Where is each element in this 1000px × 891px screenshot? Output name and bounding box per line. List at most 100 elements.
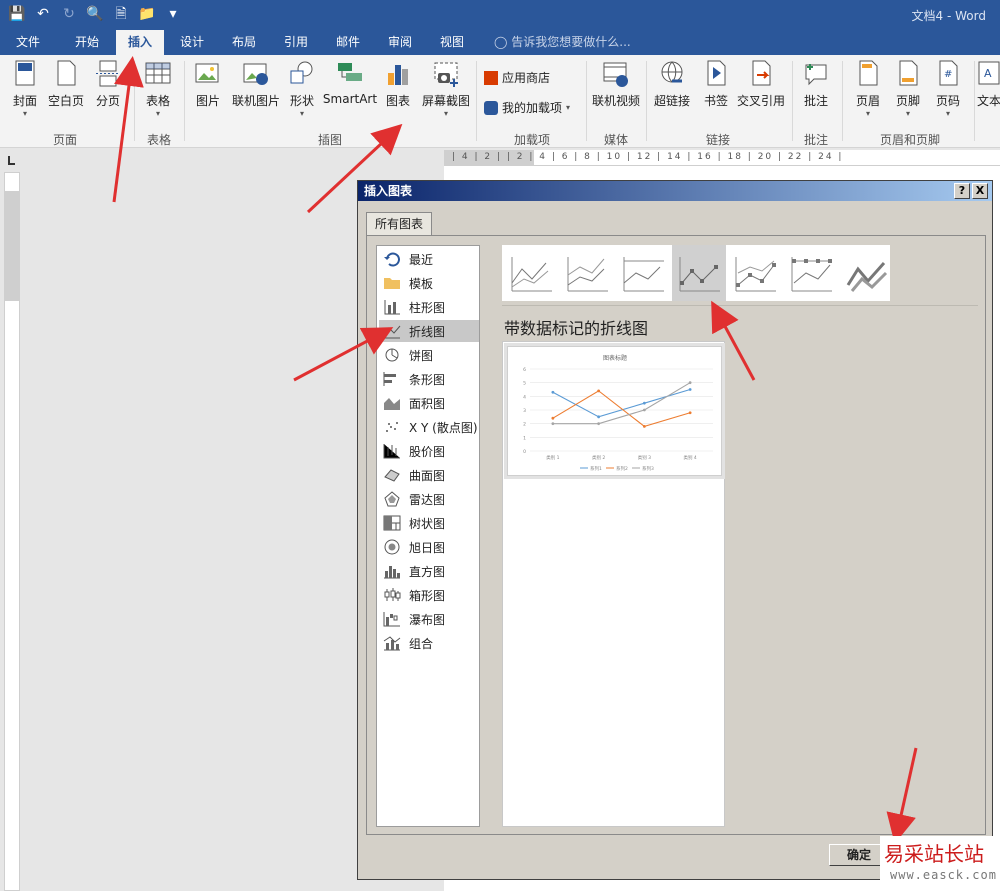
page-break-button[interactable]: 分页 — [80, 59, 136, 109]
subtype-line[interactable] — [504, 245, 558, 301]
shapes-label: 形状 — [289, 94, 314, 108]
vertical-ruler[interactable] — [4, 172, 20, 891]
chart-type-radar[interactable]: 雷达图 — [379, 488, 479, 510]
horizontal-ruler[interactable]: | 4 | 2 | | 2 | 4 | 6 | 8 | 10 | 12 | 14… — [444, 150, 1000, 166]
y-tick-label: 4 — [523, 394, 526, 400]
quick-access-toolbar: 💾 ↶ ↻ 🔍 🗎 📁 ▾ — [6, 3, 184, 25]
chart-type-scatter[interactable]: X Y (散点图) — [379, 416, 479, 438]
chevron-down-icon: ▾ — [22, 109, 27, 118]
table-icon — [145, 62, 171, 84]
chart-type-area[interactable]: 面积图 — [379, 392, 479, 414]
tab-references[interactable]: 引用 — [274, 30, 318, 55]
my-addins-label: 我的加载项 — [502, 101, 563, 115]
chart-type-label: 股价图 — [409, 444, 446, 459]
legend-label: 系列3 — [642, 465, 654, 472]
redo-icon[interactable]: ↻ — [58, 3, 80, 25]
cross-reference-label: 交叉引用 — [736, 94, 785, 108]
tell-me-box[interactable]: ◯ 告诉我您想要做什么... — [494, 30, 631, 55]
subtype-name: 带数据标记的折线图 — [504, 319, 649, 338]
chart-type-bar[interactable]: 条形图 — [379, 368, 479, 390]
page-number-label: 页码 — [935, 94, 960, 108]
chart-type-pie[interactable]: 饼图 — [379, 344, 479, 366]
chart-type-waterfall[interactable]: 瀑布图 — [379, 608, 479, 630]
my-addins-button[interactable]: 我的加载项 ▾ — [484, 99, 570, 116]
group-label-links: 链接 — [705, 133, 730, 147]
store-icon — [484, 70, 498, 85]
chart-type-stock[interactable]: 股价图 — [379, 440, 479, 462]
x-tick-label: 类别 1 — [546, 454, 559, 461]
tab-stop-icon — [8, 156, 15, 165]
data-point — [642, 408, 646, 412]
screenshot-button[interactable]: 屏幕截图 ▾ — [416, 59, 476, 119]
subtype-line-with-markers[interactable] — [672, 245, 726, 301]
shapes-icon — [290, 61, 313, 84]
online-video-button[interactable]: 联机视频 — [588, 59, 644, 109]
chart-type-combo[interactable]: 组合 — [379, 632, 479, 654]
store-button[interactable]: 应用商店 — [484, 69, 550, 86]
subtype-100-stacked-line[interactable] — [616, 245, 670, 301]
data-point — [642, 401, 646, 405]
subtype-stacked-line-with-markers[interactable] — [728, 245, 782, 301]
footer-icon — [899, 60, 918, 86]
tab-review[interactable]: 审阅 — [378, 30, 422, 55]
text-button[interactable]: A 文本 — [974, 59, 1000, 109]
chart-type-sunburst[interactable]: 旭日图 — [379, 536, 479, 558]
comment-label: 批注 — [803, 94, 828, 108]
customize-qat-icon[interactable]: ▾ — [162, 3, 184, 25]
chart-type-templates[interactable]: 模板 — [379, 272, 479, 294]
subtype-stacked-line[interactable] — [560, 245, 614, 301]
screenshot-icon — [434, 62, 458, 87]
cross-reference-button[interactable]: 交叉引用 — [732, 59, 790, 109]
stacked-line-with-markers-icon — [735, 257, 776, 292]
chart-type-histogram[interactable]: 直方图 — [379, 560, 479, 582]
print-preview-icon[interactable]: 🔍 — [84, 3, 106, 25]
header-icon — [859, 60, 878, 86]
chart-type-box-whisker[interactable]: 箱形图 — [379, 584, 479, 606]
tab-layout[interactable]: 布局 — [222, 30, 266, 55]
chart-subtype-row — [502, 245, 890, 301]
tab-design[interactable]: 设计 — [170, 30, 214, 55]
chart-type-line[interactable]: 折线图 — [379, 320, 479, 342]
chart-type-recent[interactable]: 最近 — [379, 248, 479, 270]
chart-type-label: 曲面图 — [409, 468, 446, 483]
chart-type-label: 条形图 — [409, 372, 446, 387]
chevron-down-icon: ▾ — [566, 103, 571, 112]
new-doc-icon[interactable]: 🗎 — [110, 3, 132, 25]
page-number-button[interactable]: # 页码 ▾ — [920, 59, 976, 119]
tab-home[interactable]: 开始 — [64, 30, 110, 55]
legend-label: 系列2 — [616, 465, 628, 472]
comment-button[interactable]: 批注 — [788, 59, 844, 109]
subtype-3d-line[interactable] — [840, 245, 894, 301]
footer-label: 页脚 — [895, 94, 920, 108]
table-button[interactable]: 表格 ▾ — [130, 59, 186, 119]
tab-mailings[interactable]: 邮件 — [326, 30, 370, 55]
chart-type-label: 面积图 — [409, 396, 446, 411]
data-point — [688, 388, 692, 391]
3d-line-icon — [846, 262, 888, 292]
tab-selector[interactable] — [4, 152, 20, 168]
svg-text:A: A — [984, 67, 992, 80]
chart-type-surface[interactable]: 曲面图 — [379, 464, 479, 486]
subtype-100-stacked-line-with-markers[interactable] — [784, 245, 838, 301]
tab-view[interactable]: 视图 — [430, 30, 474, 55]
svg-text:#: # — [944, 69, 952, 80]
data-point — [642, 425, 646, 428]
column-chart-icon — [384, 300, 400, 315]
open-folder-icon[interactable]: 📁 — [136, 3, 158, 25]
tab-all-charts[interactable]: 所有图表 — [366, 212, 432, 236]
picture-icon — [195, 63, 219, 83]
y-tick-label: 0 — [523, 449, 526, 455]
template-folder-icon — [384, 278, 400, 289]
chart-type-column[interactable]: 柱形图 — [379, 296, 479, 318]
undo-icon[interactable]: ↶ — [32, 3, 54, 25]
y-tick-label: 5 — [523, 381, 526, 387]
chart-type-label: 饼图 — [409, 348, 434, 363]
save-icon[interactable]: 💾 — [6, 3, 28, 25]
chart-type-treemap[interactable]: 树状图 — [379, 512, 479, 534]
scatter-chart-icon — [386, 422, 398, 432]
tab-file[interactable]: 文件 — [8, 30, 48, 55]
chart-preview[interactable]: 图表标题 0 1 2 3 4 5 6 类别 1 类别 2 类别 3 类别 4 系列1 系列2 系列3 — [507, 346, 722, 476]
help-button[interactable]: ? — [954, 183, 970, 199]
tab-insert[interactable]: 插入 — [116, 30, 164, 55]
close-button[interactable]: X — [972, 183, 988, 199]
